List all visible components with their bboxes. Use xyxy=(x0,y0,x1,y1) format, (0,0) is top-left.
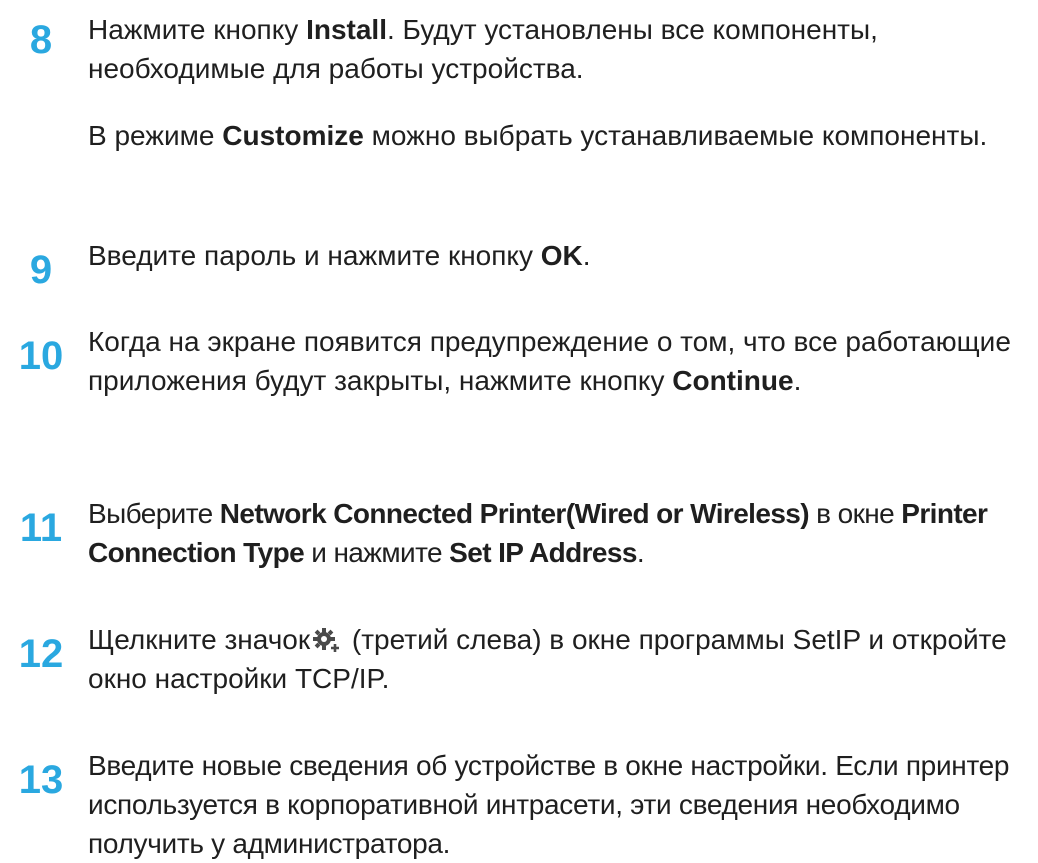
step-note: В режиме Customize можно выбрать устанав… xyxy=(88,120,988,151)
step-number: 10 xyxy=(18,334,64,378)
step-text: Когда на экране появится предупреждение … xyxy=(88,326,1011,396)
step-text: Выберите Network Connected Printer(Wired… xyxy=(88,498,988,568)
step-text: Введите новые сведения об устройстве в о… xyxy=(88,750,1010,859)
step-number: 11 xyxy=(19,506,63,550)
step-number: 9 xyxy=(29,248,53,292)
gear-plus-icon xyxy=(312,625,341,653)
step-number: 12 xyxy=(18,632,64,676)
step-text: Введите пароль и нажмите кнопку OK. xyxy=(88,240,591,271)
step-number: 8 xyxy=(29,18,53,62)
step-number: 13 xyxy=(18,758,64,802)
step-text: Нажмите кнопку Install. Будут установлен… xyxy=(88,14,878,84)
step-text: Щелкните значок (третий слева) в окне пр… xyxy=(88,624,1007,694)
